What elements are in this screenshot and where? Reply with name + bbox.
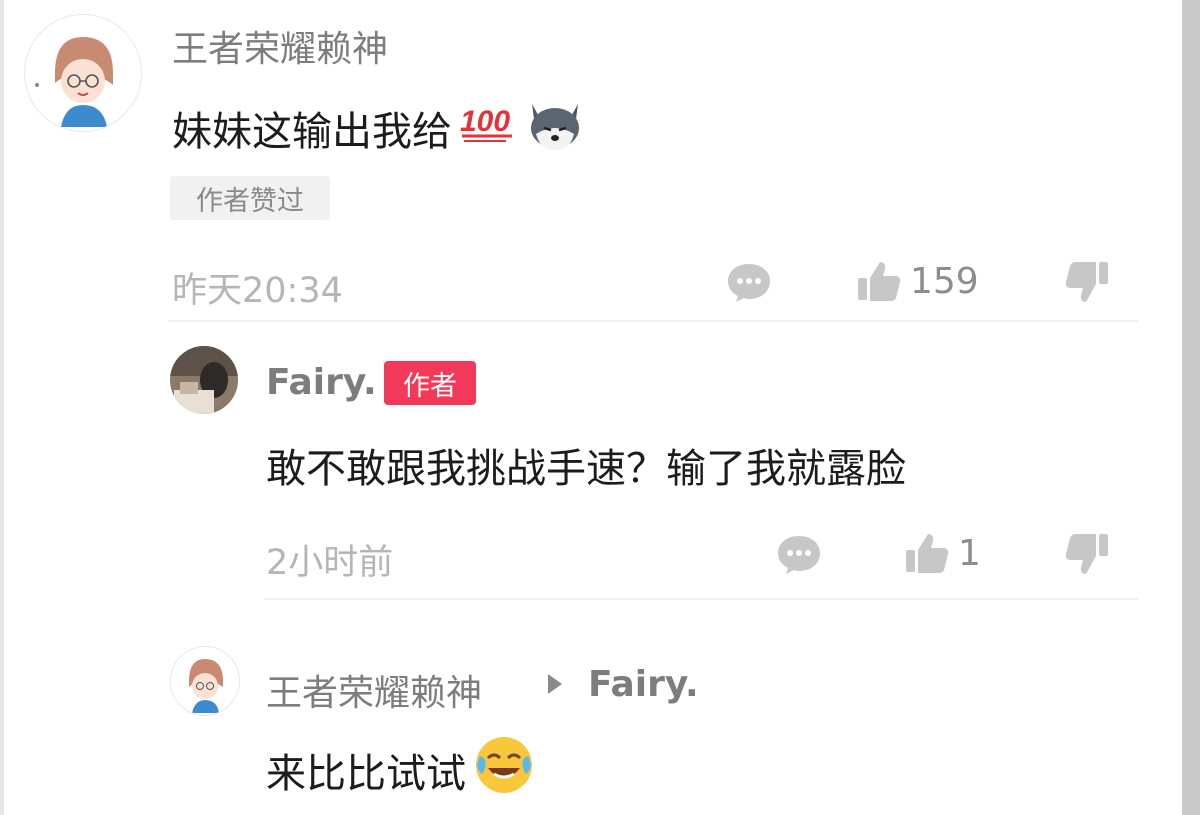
photo-avatar-icon	[170, 346, 238, 414]
comment-username[interactable]: 王者荣耀赖神	[172, 20, 388, 72]
comment-dislike-button[interactable]	[1064, 260, 1110, 306]
cartoon-avatar-icon	[25, 15, 141, 131]
hundred-points-text: 100	[460, 105, 510, 138]
crying-laughing-icon	[472, 734, 536, 806]
reply2-text-body: 来比比试试	[266, 751, 466, 797]
reply2-text: 来比比试试	[266, 734, 536, 806]
comment-timestamp: 昨天20:34	[172, 271, 343, 311]
reply1-text: 敢不敢跟我挑战手速？输了我就露脸	[266, 446, 906, 492]
husky-dog-icon	[524, 92, 586, 164]
left-frame-edge	[0, 0, 4, 815]
reply1-reply-button[interactable]	[776, 532, 822, 576]
reply1-username[interactable]: Fairy.	[266, 362, 377, 403]
reply1-like-count: 1	[958, 532, 981, 574]
author-liked-badge: 作者赞过	[170, 176, 330, 220]
comment-like-count: 159	[910, 260, 979, 302]
cartoon-avatar-icon	[171, 647, 239, 715]
reply2-avatar[interactable]	[170, 646, 240, 716]
chat-bubble-icon	[778, 536, 820, 574]
reply1-avatar[interactable]	[170, 346, 238, 414]
comment-text: 妹妹这输出我给 100	[172, 92, 586, 164]
comment-text-body: 妹妹这输出我给	[172, 109, 452, 155]
comment-like-button[interactable]: 159	[856, 258, 979, 304]
thumbs-up-icon	[858, 262, 901, 301]
reply1-timestamp: 2小时前	[266, 543, 394, 583]
avatar[interactable]	[24, 14, 142, 132]
comment-divider	[168, 320, 1138, 322]
comment-reply-button[interactable]	[726, 260, 772, 304]
chat-bubble-icon	[728, 264, 770, 302]
thumbs-down-icon	[1065, 534, 1108, 574]
reply-to-arrow-icon	[548, 674, 562, 694]
reply1-like-button[interactable]: 1	[904, 530, 981, 576]
reply2-target-username[interactable]: Fairy.	[588, 664, 699, 705]
reply1-dislike-button[interactable]	[1064, 532, 1110, 578]
thumbs-down-icon	[1065, 262, 1108, 302]
reply2-username[interactable]: 王者荣耀赖神	[266, 664, 482, 716]
hundred-points-icon: 100	[458, 101, 518, 155]
reply1-divider	[264, 598, 1138, 600]
thumbs-up-icon	[906, 534, 949, 573]
right-frame-edge	[1182, 0, 1200, 815]
author-tag-badge: 作者	[384, 361, 476, 405]
